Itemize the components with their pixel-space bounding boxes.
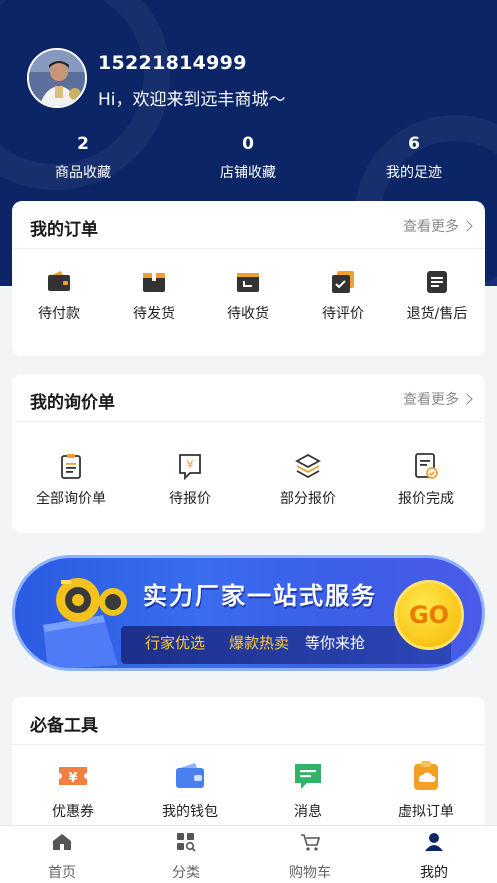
coupon-icon: ¥	[59, 767, 87, 786]
tool-label: 消息	[294, 804, 322, 820]
order-status-label: 待评价	[322, 306, 364, 322]
inquiries-view-more[interactable]: 查看更多	[403, 389, 473, 409]
chevron-right-icon	[461, 393, 473, 405]
banner-tag: 爆款热卖	[229, 634, 290, 652]
banner-title: 实力厂家一站式服务	[143, 582, 377, 610]
message-icon	[295, 764, 321, 789]
order-status-label: 待收货	[227, 306, 269, 322]
svg-text:¥: ¥	[187, 458, 194, 471]
doc-check-icon	[415, 453, 438, 479]
tool-wallet[interactable]: 我的钱包	[145, 759, 235, 821]
tab-home[interactable]: 首页	[22, 832, 102, 882]
inquiries-header: 我的询价单 查看更多	[12, 374, 485, 422]
inquiries-card: 我的询价单 查看更多 全部询价单 ¥ 待报价 部分报价 报价完成	[12, 374, 485, 533]
review-icon	[332, 271, 354, 293]
orders-title: 我的订单	[30, 220, 98, 240]
tab-label: 首页	[48, 865, 76, 881]
tab-mine[interactable]: 我的	[394, 832, 474, 882]
purse-icon	[176, 763, 204, 788]
view-more-label: 查看更多	[403, 392, 459, 408]
tab-label: 我的	[420, 865, 448, 881]
promo-banner[interactable]: 实力厂家一站式服务 行家优选 爆款热卖 等你来抢 GO	[12, 555, 485, 671]
order-status-label: 退货/售后	[406, 306, 468, 322]
inquiry-pending-quote[interactable]: ¥ 待报价	[145, 452, 235, 508]
receive-icon	[237, 273, 259, 292]
tool-virtual-order[interactable]: 虚拟订单	[381, 759, 471, 821]
order-pending-shipment[interactable]: 待发货	[119, 269, 189, 323]
tool-coupon[interactable]: ¥ 优惠券	[28, 759, 118, 821]
clipboard-icon	[61, 454, 81, 479]
stat-value: 2	[77, 134, 89, 154]
home-icon	[53, 834, 71, 850]
return-icon	[427, 271, 447, 293]
inquiry-complete[interactable]: 报价完成	[381, 452, 471, 508]
order-return-aftersale[interactable]: 退货/售后	[401, 269, 473, 323]
profile-icon	[425, 833, 443, 851]
stat-favorite-goods[interactable]: 2 商品收藏	[23, 134, 143, 182]
tools-header: 必备工具	[12, 697, 485, 745]
svg-text:¥: ¥	[68, 771, 77, 786]
virtual-order-icon	[414, 761, 438, 790]
banner-go-button[interactable]: GO	[394, 580, 464, 650]
orders-card: 我的订单 查看更多 待付款 待发货 待收货 待评价 退货/售后	[12, 201, 485, 356]
order-pending-payment[interactable]: 待付款	[24, 269, 94, 323]
box-icon	[143, 273, 165, 292]
avatar[interactable]	[27, 48, 87, 108]
tools-card: 必备工具 ¥ 优惠券 我的钱包 消息 虚拟订单	[12, 697, 485, 837]
chevron-right-icon	[461, 220, 473, 232]
stat-favorite-shops[interactable]: 0 店铺收藏	[188, 134, 308, 182]
tab-label: 购物车	[289, 865, 331, 881]
stat-footprint[interactable]: 6 我的足迹	[354, 134, 474, 182]
stat-value: 6	[408, 134, 420, 154]
banner-tag: 行家优选	[145, 634, 206, 652]
orders-header: 我的订单 查看更多	[12, 201, 485, 249]
inquiry-label: 全部询价单	[36, 491, 106, 507]
layers-icon	[295, 453, 321, 479]
inquiry-label: 报价完成	[398, 491, 454, 507]
order-status-label: 待付款	[38, 306, 80, 322]
yuan-doc-icon: ¥	[179, 454, 201, 480]
inquiry-label: 部分报价	[280, 491, 336, 507]
inquiry-label: 待报价	[169, 491, 211, 507]
order-pending-review[interactable]: 待评价	[308, 269, 378, 323]
stat-label: 店铺收藏	[220, 165, 276, 181]
view-more-label: 查看更多	[403, 219, 459, 235]
stat-label: 商品收藏	[55, 165, 111, 181]
bottom-tab-bar: 首页 分类 购物车 我的	[0, 825, 497, 883]
inquiry-partial-quote[interactable]: 部分报价	[263, 452, 353, 508]
tab-cart[interactable]: 购物车	[270, 832, 350, 882]
stat-label: 我的足迹	[386, 165, 442, 181]
tab-category[interactable]: 分类	[146, 832, 226, 882]
order-pending-receipt[interactable]: 待收货	[213, 269, 283, 323]
cart-icon	[301, 834, 321, 851]
orders-view-more[interactable]: 查看更多	[403, 216, 473, 236]
tool-messages[interactable]: 消息	[263, 759, 353, 821]
order-status-label: 待发货	[133, 306, 175, 322]
tab-label: 分类	[172, 865, 200, 881]
wallet-icon	[48, 271, 70, 291]
tool-label: 优惠券	[52, 804, 94, 820]
banner-tag: 等你来抢	[305, 634, 366, 652]
inquiries-title: 我的询价单	[30, 393, 115, 413]
tools-title: 必备工具	[30, 716, 98, 736]
tool-label: 我的钱包	[162, 804, 218, 820]
user-phone: 15221814999	[98, 52, 247, 74]
category-icon	[177, 833, 196, 852]
stat-value: 0	[242, 134, 254, 154]
welcome-text: Hi，欢迎来到远丰商城～	[98, 90, 286, 110]
inquiry-all[interactable]: 全部询价单	[26, 452, 116, 508]
tool-label: 虚拟订单	[398, 804, 454, 820]
